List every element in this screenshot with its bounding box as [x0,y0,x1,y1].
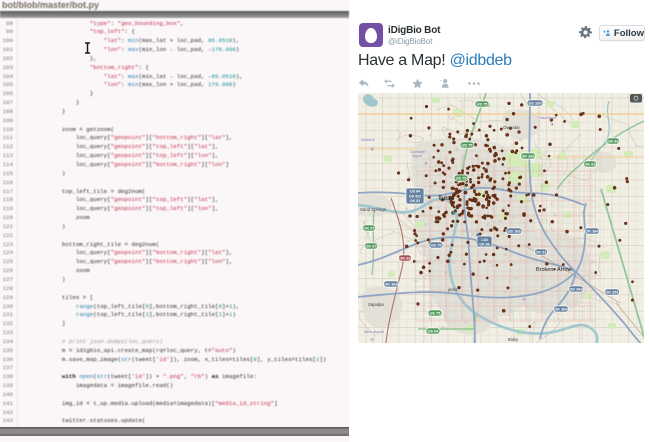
svg-text:OK 97: OK 97 [365,243,376,248]
svg-text:OK 51: OK 51 [410,199,420,203]
svg-text:Owasso: Owasso [503,125,520,130]
svg-text:Arrow: Arrow [557,267,571,273]
svg-text:OK 266: OK 266 [521,153,535,158]
svg-text:US 75: US 75 [462,142,474,147]
svg-text:OK 97: OK 97 [363,225,374,230]
svg-text:Micro deposit: Micro deposit [364,330,384,334]
svg-text:I-44: I-44 [481,238,487,242]
svg-text:US 64: US 64 [428,328,440,333]
svg-text:✈: ✈ [424,161,428,167]
svg-text:OK 364: OK 364 [569,286,583,291]
svg-text:OK 66: OK 66 [479,243,489,247]
svg-text:OK 351: OK 351 [605,289,619,294]
svg-text:OK 364: OK 364 [384,281,398,286]
svg-text:Double A.: Double A. [361,138,375,142]
svg-text:US 169: US 169 [508,228,522,233]
svg-text:OK 364: OK 364 [554,306,568,311]
svg-text:US 169: US 169 [529,100,543,105]
svg-text:✈: ✈ [550,122,554,128]
svg-text:OK 66: OK 66 [607,138,619,143]
svg-text:jenks: jenks [447,287,458,292]
svg-text:Sand Springs: Sand Springs [360,207,386,212]
svg-text:OK 66: OK 66 [399,255,411,260]
svg-text:US 412: US 412 [409,194,421,198]
svg-text:US 75: US 75 [431,242,443,247]
svg-text:Tulsa: Tulsa [438,195,454,202]
svg-text:US 75: US 75 [477,101,489,106]
svg-text:Sapulpa: Sapulpa [368,302,384,307]
svg-text:US 75: US 75 [430,310,442,315]
svg-text:OK 51: OK 51 [535,249,547,254]
svg-text:Tulsa Airport: Tulsa Airport [538,116,556,120]
svg-text:✈: ✈ [522,297,526,303]
svg-text:Broken: Broken [536,267,553,273]
svg-text:✈: ✈ [370,146,375,153]
svg-text:US 64: US 64 [410,190,420,194]
svg-text:Bixby: Bixby [508,337,519,342]
svg-text:OK 66: OK 66 [584,161,596,166]
svg-text:✈: ✈ [370,337,374,342]
svg-text:Airport: Airport [412,154,422,158]
svg-text:US 75: US 75 [456,175,468,180]
svg-text:OK 364: OK 364 [585,228,599,233]
